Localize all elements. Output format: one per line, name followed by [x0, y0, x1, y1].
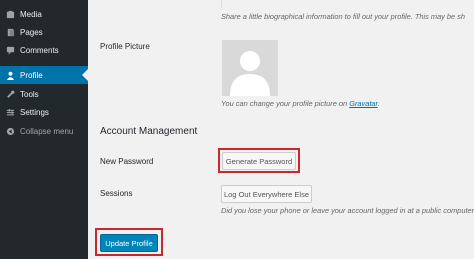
admin-sidebar: Media Pages Comments Profile Tools Setti… — [0, 0, 88, 259]
profile-picture-label: Profile Picture — [100, 42, 150, 51]
collapse-menu-button[interactable]: Collapse menu — [0, 122, 88, 140]
sidebar-item-label: Media — [20, 9, 42, 19]
sidebar-item-label: Pages — [20, 27, 43, 37]
settings-icon — [0, 108, 20, 117]
generate-password-button[interactable]: Generate Password — [222, 152, 296, 170]
profile-picture-description: You can change your profile picture on G… — [221, 99, 380, 108]
sidebar-item-profile[interactable]: Profile — [0, 66, 88, 84]
pages-icon — [0, 28, 20, 37]
sidebar-item-pages[interactable]: Pages — [0, 23, 88, 41]
new-password-label: New Password — [100, 157, 154, 166]
tools-icon — [0, 90, 20, 99]
avatar — [222, 40, 278, 96]
collapse-menu-label: Collapse menu — [20, 126, 74, 136]
sessions-description: Did you lose your phone or leave your ac… — [221, 206, 474, 215]
sidebar-item-comments[interactable]: Comments — [0, 41, 88, 59]
sidebar-item-label: Comments — [20, 45, 59, 55]
comments-icon — [0, 46, 20, 55]
update-profile-button[interactable]: Update Profile — [100, 234, 158, 252]
account-management-heading: Account Management — [100, 126, 198, 137]
profile-content: Share a little biographical information … — [88, 0, 474, 259]
bio-description: Share a little biographical information … — [221, 12, 466, 21]
sidebar-item-settings[interactable]: Settings — [0, 103, 88, 121]
sidebar-item-media[interactable]: Media — [0, 5, 88, 23]
sidebar-item-label: Tools — [20, 89, 39, 99]
sidebar-item-label: Settings — [20, 107, 49, 117]
bio-textarea-edge — [221, 0, 222, 8]
logout-everywhere-button[interactable]: Log Out Everywhere Else — [221, 185, 312, 203]
gravatar-link[interactable]: Gravatar — [349, 99, 377, 108]
sessions-label: Sessions — [100, 189, 133, 198]
sidebar-item-tools[interactable]: Tools — [0, 85, 88, 103]
collapse-icon — [0, 127, 20, 136]
media-icon — [0, 10, 20, 19]
profile-icon — [0, 71, 20, 80]
sidebar-item-label: Profile — [20, 70, 43, 80]
avatar-placeholder-icon — [230, 51, 270, 96]
